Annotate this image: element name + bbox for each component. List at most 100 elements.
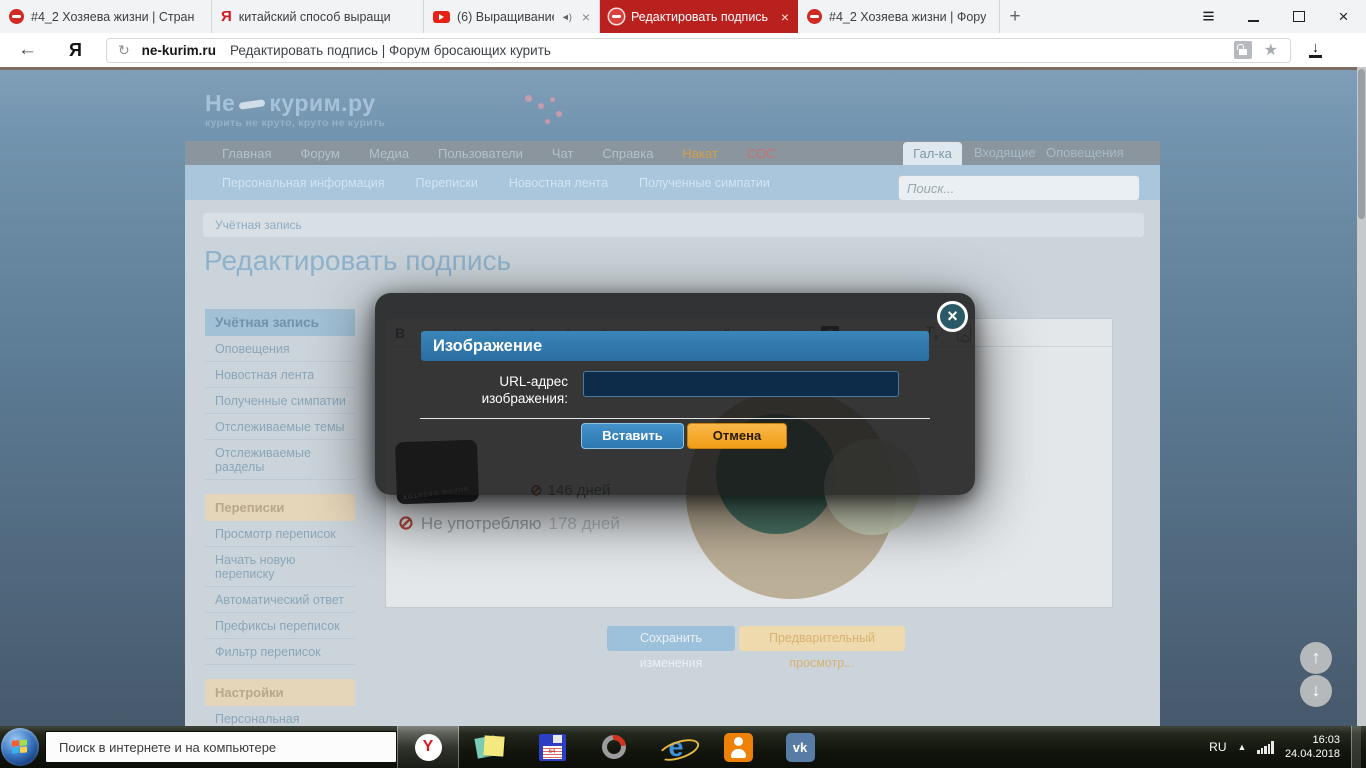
unlock-icon[interactable] [1234, 41, 1252, 59]
reload-icon[interactable]: ↻ [118, 42, 130, 59]
nav-nakat[interactable]: Накат [682, 146, 718, 161]
save-changes-button[interactable]: Сохранить изменения [607, 626, 735, 651]
address-bar: ← Я ↻ ne-kurim.ru Редактировать подпись … [0, 33, 1366, 67]
tab-close-icon[interactable]: × [777, 9, 789, 25]
sidebar-item-personalnaya-informaciya[interactable]: Персональная информация [205, 706, 355, 726]
taskbar-app-browser-ring[interactable] [583, 726, 645, 768]
minimize-icon [1248, 20, 1259, 22]
language-indicator[interactable]: RU [1209, 740, 1226, 754]
flower-decoration [556, 111, 562, 117]
scrollbar-thumb[interactable] [1358, 69, 1365, 219]
flower-decoration [525, 95, 532, 102]
taskbar-app-yandex-browser[interactable]: Y [397, 726, 459, 768]
download-icon-bar [1309, 55, 1322, 58]
status-days: 178 дней [549, 514, 620, 534]
sidebar-gap [205, 665, 355, 679]
sticky-notes-icon [483, 735, 504, 756]
sidebar-header-perepiski[interactable]: Переписки [205, 494, 355, 521]
start-button[interactable] [1, 728, 39, 766]
network-signal-icon[interactable] [1257, 741, 1274, 754]
download-button[interactable]: ↓ [1309, 42, 1322, 58]
browser-menu-icon[interactable]: ≡ [1186, 0, 1231, 33]
back-button[interactable]: ← [18, 39, 37, 61]
nav-spravka[interactable]: Справка [602, 146, 653, 161]
taskbar-search-input[interactable] [45, 731, 397, 763]
sidebar-item-otslezhivaemye-temy[interactable]: Отслеживаемые темы [205, 414, 355, 440]
sidebar-item-otslezhivaemye-razdely[interactable]: Отслеживаемые разделы [205, 440, 355, 480]
tab-close-icon[interactable]: × [578, 9, 590, 25]
vk-icon: vk [786, 733, 815, 762]
subnav-novostnaya-lenta[interactable]: Новостная лента [509, 176, 608, 190]
taskbar-app-internet-explorer[interactable]: e [645, 726, 707, 768]
site-logo[interactable]: Некурим.ру курить не круто, круто не кур… [205, 91, 385, 129]
subnav-perepiski[interactable]: Переписки [416, 176, 478, 190]
breadcrumb[interactable]: Учётная запись [203, 213, 1144, 237]
sidebar-item-prefiksy[interactable]: Префиксы переписок [205, 613, 355, 639]
sidebar-item-novostnaya-lenta[interactable]: Новостная лента [205, 362, 355, 388]
yandex-logo[interactable]: Я [69, 40, 82, 61]
scroll-to-top-button[interactable]: ↑ [1300, 642, 1332, 674]
minimize-button[interactable] [1231, 0, 1276, 33]
site-search [898, 175, 1140, 201]
nav-media[interactable]: Медиа [369, 146, 409, 161]
logo-part2: курим.ру [269, 90, 375, 116]
tab-youtube-video[interactable]: (6) Выращивание УРО ◄) × [424, 0, 600, 33]
insert-button[interactable]: Вставить [581, 423, 684, 449]
subnav-personal-info[interactable]: Персональная информация [222, 176, 385, 190]
taskbar-app-save-tool[interactable]: 64 [521, 726, 583, 768]
bookmark-star-icon[interactable]: ★ [1264, 40, 1278, 60]
clock[interactable]: 16:03 24.04.2018 [1285, 733, 1340, 761]
tray-time: 16:03 [1285, 733, 1340, 747]
system-tray: RU ▲ 16:03 24.04.2018 [1209, 726, 1366, 768]
taskbar: Y 64 e vk RU ▲ 16:03 24.04.2018 [0, 726, 1366, 768]
tray-date: 24.04.2018 [1285, 747, 1340, 761]
site-tagline: курить не круто, круто не курить [205, 118, 385, 129]
sidebar-item-filtr[interactable]: Фильтр переписок [205, 639, 355, 665]
url-label: URL-адрес изображения: [421, 373, 568, 407]
internet-explorer-icon: e [668, 734, 683, 761]
subnav-simpatii[interactable]: Полученные симпатии [639, 176, 770, 190]
tab-hozyaeva-2[interactable]: #4_2 Хозяева жизни | Фору [798, 0, 1000, 33]
sidebar-item-avtomaticheskiy-otvet[interactable]: Автоматический ответ [205, 587, 355, 613]
sidebar-item-opovescheniya[interactable]: Оповещения [205, 336, 355, 362]
page-top-border [0, 67, 1366, 70]
tab-hozyaeva-1[interactable]: #4_2 Хозяева жизни | Стран [0, 0, 212, 33]
usertab-opovescheniya[interactable]: Оповещения [1046, 145, 1124, 160]
tab-edit-signature-active[interactable]: Редактировать подпись × [600, 0, 798, 33]
url-field[interactable]: ↻ ne-kurim.ru Редактировать подпись | Фо… [106, 38, 1291, 63]
taskbar-app-sticky-notes[interactable] [459, 726, 521, 768]
forum-favicon [609, 9, 624, 24]
cancel-button[interactable]: Отмена [687, 423, 787, 449]
sidebar-header-account[interactable]: Учётная запись [205, 309, 355, 336]
sidebar-item-prosmotr-perepisok[interactable]: Просмотр переписок [205, 521, 355, 547]
nav-forum[interactable]: Форум [300, 146, 340, 161]
scroll-to-bottom-button[interactable]: ↓ [1300, 675, 1332, 707]
dialog-close-button[interactable]: × [937, 301, 968, 332]
image-url-input[interactable] [583, 371, 899, 397]
sidebar-item-nachat-perepisku[interactable]: Начать новую переписку [205, 547, 355, 587]
close-window-button[interactable]: × [1321, 0, 1366, 33]
show-desktop-button[interactable] [1351, 726, 1361, 768]
taskbar-app-odnoklassniki[interactable] [707, 726, 769, 768]
usertab-vhodyaschie[interactable]: Входящие [974, 145, 1036, 160]
usertab-galka[interactable]: Гал-ка [903, 142, 962, 165]
no-smoking-icon: ⊘ [398, 512, 414, 535]
screen: #4_2 Хозяева жизни | Стран Я китайский с… [0, 0, 1366, 768]
site-search-input[interactable] [898, 175, 1140, 201]
tab-title: Редактировать подпись [631, 10, 768, 24]
sidebar-item-simpatii[interactable]: Полученные симпатии [205, 388, 355, 414]
nav-chat[interactable]: Чат [552, 146, 574, 161]
nav-polzovateli[interactable]: Пользователи [438, 146, 523, 161]
sidebar-header-nastroyki[interactable]: Настройки [205, 679, 355, 706]
nav-sos[interactable]: СОС [747, 146, 776, 161]
nav-glavnaya[interactable]: Главная [222, 146, 271, 161]
tab-title: (6) Выращивание УРО [457, 10, 554, 24]
new-tab-button[interactable]: + [1000, 0, 1030, 33]
restore-button[interactable] [1276, 0, 1321, 33]
page-scrollbar[interactable] [1357, 67, 1366, 726]
tab-kitaysky-sposob[interactable]: Я китайский способ выращи [212, 0, 424, 33]
floppy-disk-icon: 64 [539, 734, 566, 761]
taskbar-app-vkontakte[interactable]: vk [769, 726, 831, 768]
hidden-icons-arrow[interactable]: ▲ [1238, 742, 1247, 752]
preview-button[interactable]: Предварительный просмотр... [739, 626, 905, 651]
